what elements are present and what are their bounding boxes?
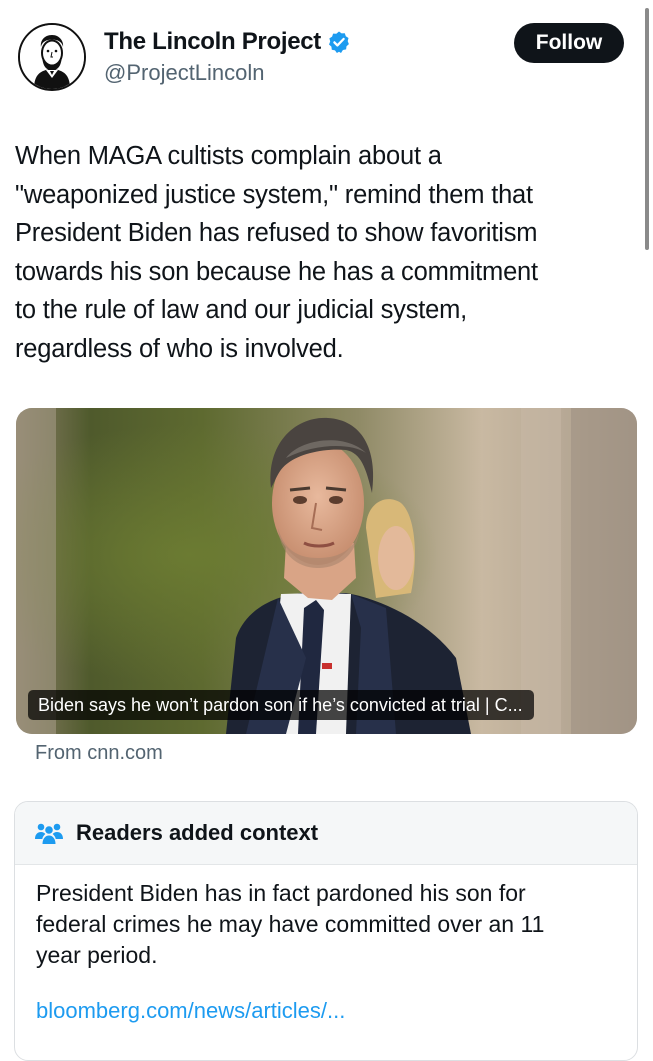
verified-badge-icon bbox=[329, 31, 349, 53]
display-name-text: The Lincoln Project bbox=[104, 28, 321, 55]
community-note-line: President Biden has in fact pardoned his… bbox=[36, 880, 526, 906]
tweet-text-line: towards his son because he has a commitm… bbox=[15, 257, 538, 286]
community-note: Readers added context President Biden ha… bbox=[14, 801, 638, 1061]
community-note-line: year period. bbox=[36, 942, 158, 968]
tweet-text-line: regardless of who is involved. bbox=[15, 334, 344, 363]
tweet-text-line: to the rule of law and our judicial syst… bbox=[15, 296, 468, 324]
author-handle[interactable]: @ProjectLincoln bbox=[104, 60, 351, 86]
tweet-text: When MAGA cultists complain about a "wea… bbox=[15, 137, 630, 368]
author-names: The Lincoln Project @ProjectLincoln bbox=[104, 28, 351, 86]
lincoln-portrait-icon bbox=[20, 25, 84, 89]
avatar[interactable] bbox=[18, 23, 86, 91]
community-note-header[interactable]: Readers added context bbox=[15, 802, 637, 865]
community-note-source-link[interactable]: bloomberg.com/news/articles/... bbox=[36, 998, 345, 1024]
people-icon bbox=[35, 823, 63, 844]
tweet-text-line: When MAGA cultists complain about a bbox=[15, 142, 442, 170]
author-display-name[interactable]: The Lincoln Project bbox=[104, 28, 351, 56]
community-note-title: Readers added context bbox=[76, 820, 319, 845]
community-note-line: federal crimes he may have committed ove… bbox=[36, 911, 545, 937]
scrollbar[interactable] bbox=[645, 8, 649, 250]
follow-button[interactable]: Follow bbox=[514, 23, 624, 63]
community-note-body: President Biden has in fact pardoned his… bbox=[36, 878, 616, 971]
tweet-text-line: President Biden has refused to show favo… bbox=[15, 219, 538, 247]
link-card-image bbox=[16, 408, 637, 734]
link-card[interactable]: Biden says he won’t pardon son if he’s c… bbox=[16, 408, 637, 734]
tweet-text-line: "weaponized justice system," remind them… bbox=[15, 180, 533, 209]
tweet-header: The Lincoln Project @ProjectLincoln Foll… bbox=[18, 22, 628, 94]
link-card-caption: Biden says he won’t pardon son if he’s c… bbox=[28, 690, 534, 720]
link-card-source[interactable]: From cnn.com bbox=[35, 742, 163, 765]
